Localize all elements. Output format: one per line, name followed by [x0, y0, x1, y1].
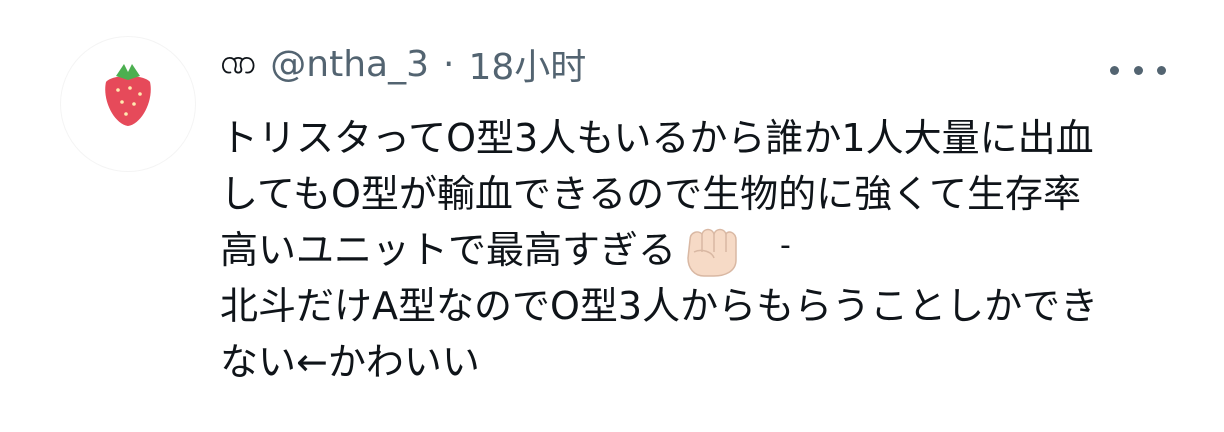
tweet-line: トリスタってO型3人もいるから誰か1人大量に出血 [220, 116, 1094, 160]
fist-emoji [687, 228, 737, 277]
strawberry-icon [105, 64, 151, 126]
tweet-line-with-emoji: 高いユニットで最高すぎる - [220, 222, 1180, 278]
tweet-text: トリスタってO型3人もいるから誰か1人大量に出血 してもO型が輸血できるので生物… [220, 110, 1180, 390]
tweet-line: 高いユニットで最高すぎる [220, 228, 677, 272]
more-icon-dot [1157, 65, 1166, 75]
more-icon-dot [1133, 65, 1143, 75]
separator-dot: · [443, 43, 455, 85]
more-icon [1110, 65, 1119, 75]
timestamp[interactable]: 18小时 [468, 38, 586, 90]
avatar[interactable] [60, 36, 196, 172]
tweet-line: してもO型が輸血できるので生物的に強くて生存率 [220, 172, 1081, 216]
tweet-header: ဏ @ntha_3 · 18小时 [220, 36, 586, 92]
tweet-line: 北斗だけA型なのでO型3人からもらうことしかでき [220, 284, 1099, 328]
display-name[interactable]: ဏ [220, 37, 256, 91]
trailing-mark: - [780, 228, 791, 263]
user-handle[interactable]: @ntha_3 [270, 44, 429, 85]
more-options-button[interactable] [1110, 56, 1166, 84]
tweet-line: ない←かわいい [220, 340, 480, 384]
